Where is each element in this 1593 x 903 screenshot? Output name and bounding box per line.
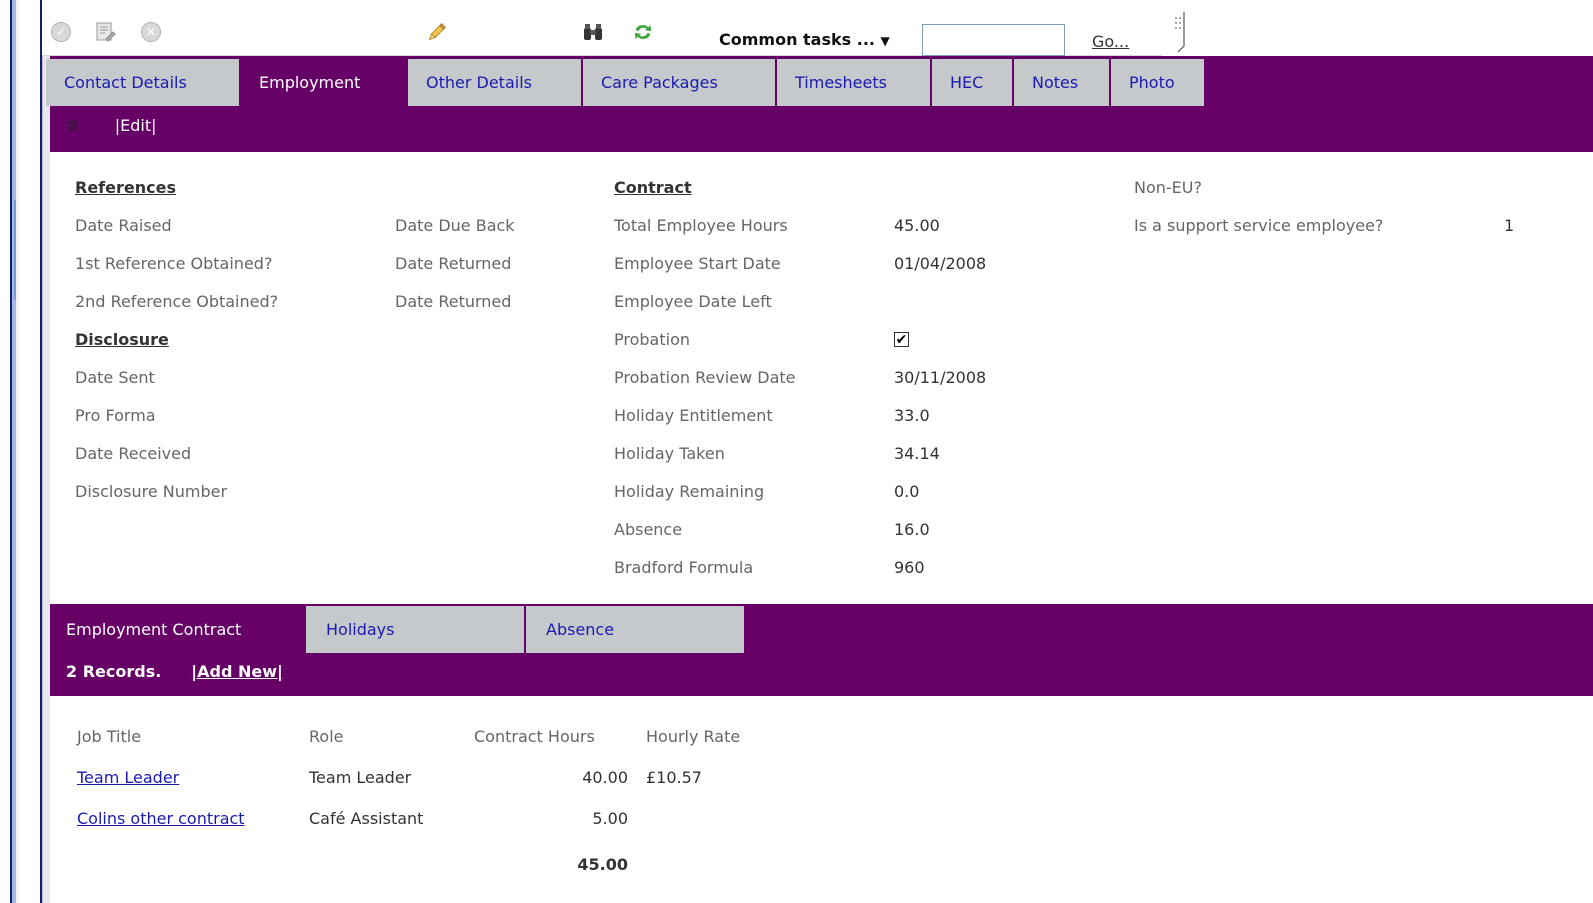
holiday-entitlement-label: Holiday Entitlement xyxy=(614,406,773,425)
column-header-contract-hours: Contract Hours xyxy=(474,727,595,746)
grip-svg xyxy=(1175,12,1185,53)
employee-start-date-label: Employee Start Date xyxy=(614,254,781,273)
pencil-icon[interactable] xyxy=(426,21,448,43)
role-cell: Team Leader xyxy=(309,768,412,787)
document-edit-icon[interactable] xyxy=(94,21,116,43)
records-count: 2 Records. xyxy=(66,662,162,681)
tab-employment[interactable]: Employment xyxy=(241,59,408,106)
disclosure-heading: Disclosure xyxy=(75,330,169,349)
support-service-value: 1 xyxy=(1504,216,1515,235)
role-cell: Café Assistant xyxy=(309,809,424,828)
binoculars-icon[interactable] xyxy=(582,21,604,43)
pencil-svg xyxy=(428,23,446,41)
first-reference-label: 1st Reference Obtained? xyxy=(75,254,273,273)
date-due-back-label: Date Due Back xyxy=(395,216,515,235)
tab-timesheets[interactable]: Timesheets xyxy=(777,59,932,106)
holiday-taken-label: Holiday Taken xyxy=(614,444,725,463)
tab-other-details[interactable]: Other Details xyxy=(408,59,583,106)
column-header-job-title: Job Title xyxy=(77,727,142,746)
contract-heading: Contract xyxy=(614,178,692,197)
common-tasks-dropdown[interactable]: Common tasks ... ▼ xyxy=(719,30,890,49)
holiday-remaining-value: 0.0 xyxy=(894,482,920,501)
disclosure-number-label: Disclosure Number xyxy=(75,482,228,501)
pro-forma-label: Pro Forma xyxy=(75,406,156,425)
second-reference-label: 2nd Reference Obtained? xyxy=(75,292,279,311)
tab-care-packages[interactable]: Care Packages xyxy=(583,59,777,106)
go-link[interactable]: Go... xyxy=(1092,32,1129,51)
holiday-remaining-label: Holiday Remaining xyxy=(614,482,765,501)
probation-review-date-label: Probation Review Date xyxy=(614,368,796,387)
bradford-formula-value: 960 xyxy=(894,558,925,577)
absence-label: Absence xyxy=(614,520,683,539)
check-glyph: ✓ xyxy=(51,22,71,42)
employee-start-date-value: 01/04/2008 xyxy=(894,254,987,273)
date-raised-label: Date Raised xyxy=(75,216,172,235)
sub-tabs: Employment Contract Holidays Absence xyxy=(50,606,746,653)
content-side-bar xyxy=(42,56,50,903)
employee-date-left-label: Employee Date Left xyxy=(614,292,772,311)
tab-absence[interactable]: Absence xyxy=(526,606,746,653)
total-hours-value: 45.00 xyxy=(577,855,628,874)
check-circle-icon[interactable]: ✓ xyxy=(50,21,72,43)
refresh-icon[interactable] xyxy=(632,21,654,43)
menu-icon[interactable]: ≣ xyxy=(67,118,79,134)
main-tabs: Contact Details Employment Other Details… xyxy=(46,59,1206,106)
tab-employment-contract[interactable]: Employment Contract xyxy=(50,606,306,653)
absence-value: 16.0 xyxy=(894,520,930,539)
tab-notes[interactable]: Notes xyxy=(1014,59,1111,106)
date-returned-1-label: Date Returned xyxy=(395,254,512,273)
bradford-formula-label: Bradford Formula xyxy=(614,558,754,577)
toolbar-grip-icon[interactable] xyxy=(1172,12,1186,53)
non-eu-label: Non-EU? xyxy=(1134,178,1202,197)
total-employee-hours-label: Total Employee Hours xyxy=(614,216,788,235)
total-employee-hours-value: 45.00 xyxy=(894,216,940,235)
holiday-entitlement-value: 33.0 xyxy=(894,406,930,425)
binoculars-svg xyxy=(584,24,602,40)
date-sent-label: Date Sent xyxy=(75,368,155,387)
probation-label: Probation xyxy=(614,330,690,349)
tab-hec[interactable]: HEC xyxy=(932,59,1014,106)
hourly-rate-cell: £10.57 xyxy=(646,768,702,787)
common-tasks-label: Common tasks ... xyxy=(719,30,875,49)
job-title-link[interactable]: Team Leader xyxy=(77,768,179,787)
chevron-down-icon: ▼ xyxy=(880,34,890,48)
refresh-svg xyxy=(634,24,652,40)
edit-row: ≣ |Edit| xyxy=(67,116,157,135)
close-circle-icon[interactable]: ✕ xyxy=(140,21,162,43)
toolbar: ✓ ✕ Common tasks ... ▼ Go... xyxy=(42,10,1185,56)
edit-link[interactable]: |Edit| xyxy=(115,116,157,135)
holiday-taken-value: 34.14 xyxy=(894,444,940,463)
support-service-label: Is a support service employee? xyxy=(1134,216,1384,235)
probation-review-date-value: 30/11/2008 xyxy=(894,368,987,387)
tab-photo[interactable]: Photo xyxy=(1111,59,1206,106)
window-edge xyxy=(19,0,40,903)
employment-content: References Date Raised Date Due Back 1st… xyxy=(50,152,1593,604)
close-glyph: ✕ xyxy=(141,22,161,42)
column-header-role: Role xyxy=(309,727,344,746)
search-input[interactable] xyxy=(922,24,1065,56)
job-title-link[interactable]: Colins other contract xyxy=(77,809,245,828)
column-header-hourly-rate: Hourly Rate xyxy=(646,727,741,746)
date-returned-2-label: Date Returned xyxy=(395,292,512,311)
add-new-link[interactable]: |Add New| xyxy=(191,662,283,681)
window-edge-highlight xyxy=(16,0,19,903)
contract-hours-cell: 5.00 xyxy=(592,809,628,828)
tab-holidays[interactable]: Holidays xyxy=(306,606,526,653)
date-received-label: Date Received xyxy=(75,444,192,463)
document-edit-svg xyxy=(96,22,116,42)
tab-contact-details[interactable]: Contact Details xyxy=(46,59,241,106)
probation-checkbox[interactable]: ✔ xyxy=(894,332,909,347)
records-row: 2 Records. |Add New| xyxy=(66,662,283,681)
contract-hours-cell: 40.00 xyxy=(582,768,628,787)
references-heading: References xyxy=(75,178,176,197)
